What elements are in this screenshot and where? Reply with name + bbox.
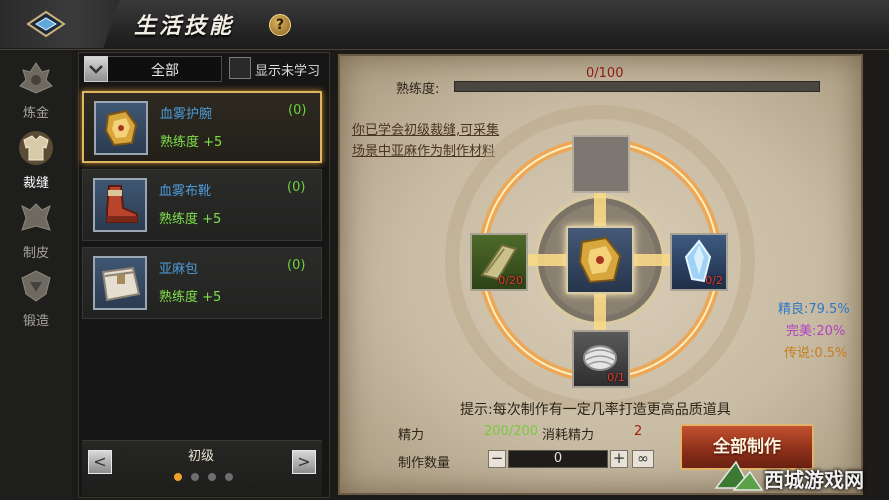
boots-icon xyxy=(106,185,138,223)
energy-cost-value: 2 xyxy=(634,424,643,439)
quantity-label: 制作数量 xyxy=(398,456,451,471)
category-forging[interactable]: 锻造 xyxy=(8,266,64,329)
show-unlearned-label[interactable]: 显示未学习 xyxy=(255,60,320,79)
crafting-hint: 提示:每次制作有一定几率打造更高品质道具 xyxy=(460,402,731,418)
recipe-proficiency: 熟练度 +5 xyxy=(160,135,223,150)
leatherwork-icon xyxy=(21,203,51,231)
energy-value: 200/200 xyxy=(484,424,539,439)
category-leatherwork[interactable]: 制皮 xyxy=(8,198,64,261)
tier-label: 初级 xyxy=(187,449,214,464)
category-label: 裁缝 xyxy=(22,176,49,191)
target-item-slot[interactable] xyxy=(566,226,634,294)
material-slot-right[interactable]: 0/2 xyxy=(670,233,728,291)
energy-cost-label: 消耗精力 xyxy=(542,428,595,443)
proficiency-value: 0/100 xyxy=(586,66,624,81)
quantity-max-button[interactable]: ∞ xyxy=(632,450,654,468)
page-dot[interactable] xyxy=(174,473,182,481)
chevron-down-icon xyxy=(89,65,103,74)
forging-icon xyxy=(21,270,51,302)
recipe-item[interactable]: 亚麻包 (0) 熟练度 +5 xyxy=(82,247,322,319)
page-dot[interactable] xyxy=(191,473,199,481)
recipe-count: (0) xyxy=(288,103,307,118)
next-tier-button[interactable]: > xyxy=(292,450,316,474)
linen-bag-icon xyxy=(101,266,141,302)
category-label: 锻造 xyxy=(22,314,49,329)
category-label: 炼金 xyxy=(22,106,49,121)
proficiency-label: 熟练度: xyxy=(396,82,440,97)
rate-fine: 精良:79.5% xyxy=(778,302,850,317)
material-slot-bottom[interactable]: 0/1 xyxy=(572,330,630,388)
back-diamond-icon xyxy=(26,10,66,38)
page-dot[interactable] xyxy=(208,473,216,481)
material-slot-left[interactable]: 0/20 xyxy=(470,233,528,291)
rate-legendary: 传说:0.5% xyxy=(784,346,848,361)
recipe-count: (0) xyxy=(287,258,306,273)
page-title: 生活技能 xyxy=(134,14,235,39)
category-label: 制皮 xyxy=(22,246,49,261)
recipe-item[interactable]: 血雾护腕 (0) 熟练度 +5 xyxy=(82,91,322,163)
category-tailoring[interactable]: 裁缝 xyxy=(8,128,64,191)
recipe-name: 血雾护腕 xyxy=(160,107,213,122)
back-button[interactable] xyxy=(0,0,120,48)
tailoring-icon xyxy=(19,131,53,165)
watermark-text: 西城游戏网 xyxy=(764,468,864,492)
material-quantity: 0/20 xyxy=(498,274,523,287)
recipe-count: (0) xyxy=(287,180,306,195)
show-unlearned-checkbox[interactable] xyxy=(229,57,251,79)
recipe-thumbnail xyxy=(93,178,147,232)
filter-toggle-button[interactable] xyxy=(84,56,108,82)
prev-tier-button[interactable]: < xyxy=(88,450,112,474)
rate-perfect: 完美:20% xyxy=(786,324,846,339)
category-alchemy[interactable]: 炼金 xyxy=(8,58,64,121)
energy-label: 精力 xyxy=(398,428,425,443)
page-dot[interactable] xyxy=(225,473,233,481)
bracer-icon xyxy=(104,109,138,147)
proficiency-bar xyxy=(454,81,820,92)
material-quantity: 0/2 xyxy=(705,274,723,287)
recipe-thumbnail xyxy=(94,101,148,155)
material-quantity: 0/1 xyxy=(607,371,625,384)
recipe-item[interactable]: 血雾布靴 (0) 熟练度 +5 xyxy=(82,169,322,241)
recipe-name: 亚麻包 xyxy=(159,262,199,277)
help-icon[interactable]: ? xyxy=(269,14,291,36)
recipe-thumbnail xyxy=(93,256,147,310)
recipe-proficiency: 熟练度 +5 xyxy=(159,212,222,227)
recipe-name: 血雾布靴 xyxy=(159,184,212,199)
quantity-decrease-button[interactable]: − xyxy=(488,450,506,468)
bracer-icon xyxy=(578,236,622,284)
quantity-increase-button[interactable]: + xyxy=(610,450,628,468)
filter-selected-label: 全部 xyxy=(151,63,179,79)
alchemy-icon xyxy=(19,62,53,94)
quantity-value: 0 xyxy=(553,451,563,466)
recipe-proficiency: 熟练度 +5 xyxy=(159,290,222,305)
result-slot-empty[interactable] xyxy=(572,135,630,193)
